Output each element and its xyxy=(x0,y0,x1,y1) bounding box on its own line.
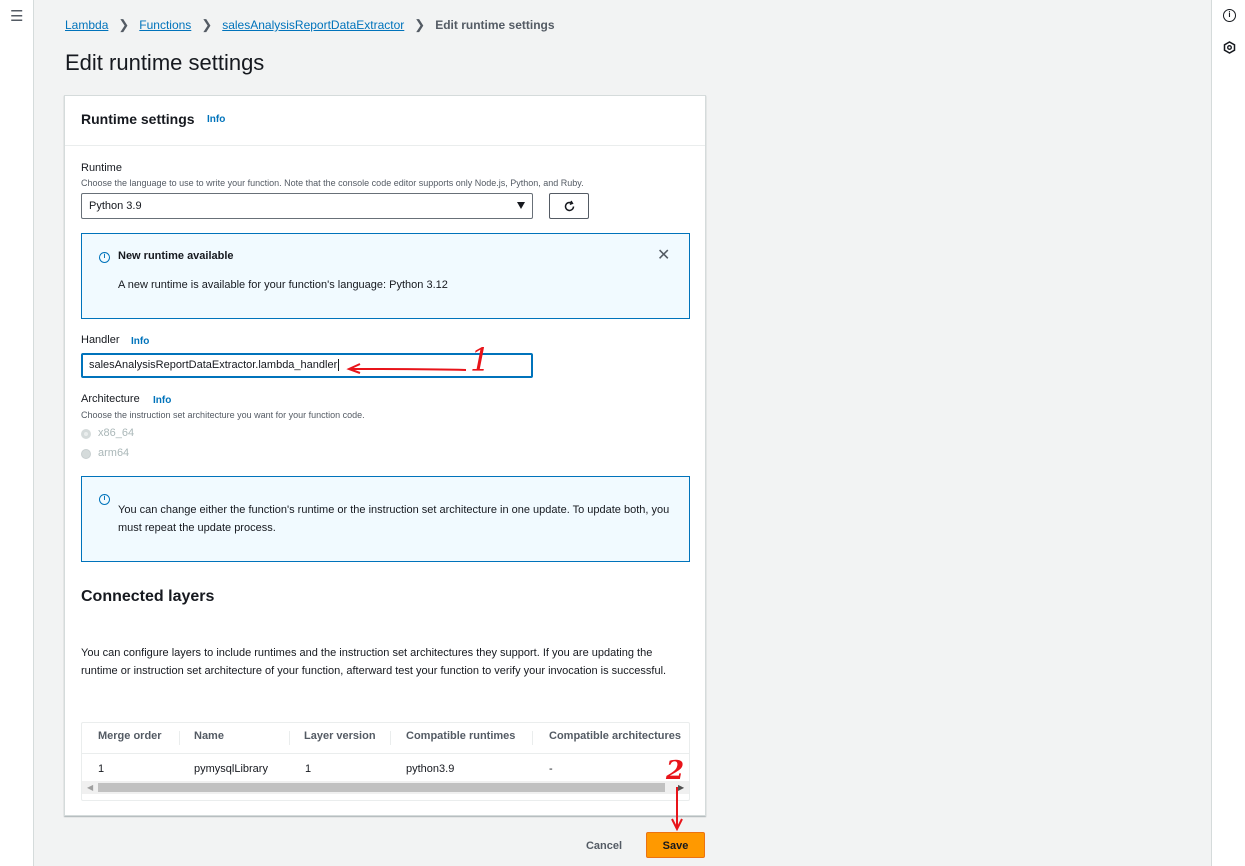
column-divider xyxy=(179,731,180,745)
chevron-right-icon: ❯ xyxy=(201,17,213,32)
chevron-right-icon: ❯ xyxy=(118,17,130,32)
radio-x86-64[interactable] xyxy=(81,429,91,439)
scroll-left-icon[interactable]: ◀ xyxy=(87,783,93,792)
runtime-label: Runtime xyxy=(81,162,122,174)
column-divider xyxy=(532,731,533,745)
close-icon[interactable]: ✕ xyxy=(657,248,670,264)
column-header[interactable]: Merge order xyxy=(98,730,162,742)
breadcrumb: Lambda ❯ Functions ❯ salesAnalysisReport… xyxy=(65,17,555,33)
architecture-alert-body: You can change either the function's run… xyxy=(118,504,670,534)
scrollbar-thumb[interactable] xyxy=(98,783,665,792)
radio-arm64[interactable] xyxy=(81,449,91,459)
page-title: Edit runtime settings xyxy=(65,50,265,75)
column-header[interactable]: Compatible runtimes xyxy=(406,730,515,742)
handler-info-link[interactable]: Info xyxy=(131,336,149,347)
table-header-divider xyxy=(82,753,689,754)
breadcrumb-current: Edit runtime settings xyxy=(435,18,555,32)
panel-heading: Runtime settings xyxy=(81,111,195,127)
breadcrumb-lambda-link[interactable]: Lambda xyxy=(65,18,108,32)
architecture-info-link[interactable]: Info xyxy=(153,395,171,406)
cancel-button[interactable]: Cancel xyxy=(572,833,636,858)
architecture-description: Choose the instruction set architecture … xyxy=(81,410,365,420)
horizontal-scrollbar[interactable]: ◀ ▶ xyxy=(82,781,689,794)
layers-table: Merge order Name Layer version Compatibl… xyxy=(81,722,690,801)
handler-label: Handler xyxy=(81,334,120,346)
radio-arm64-label: arm64 xyxy=(98,447,130,459)
annotation-mark-1: 1 xyxy=(470,341,491,379)
radio-x86-64-label: x86_64 xyxy=(98,427,135,439)
refresh-runtimes-button[interactable] xyxy=(549,193,589,219)
runtime-settings-info-link[interactable]: Info xyxy=(207,114,225,125)
breadcrumb-functions-link[interactable]: Functions xyxy=(139,18,191,32)
column-header[interactable]: Layer version xyxy=(304,730,376,742)
settings-icon[interactable] xyxy=(1223,41,1236,59)
hamburger-menu-icon[interactable]: ☰ xyxy=(10,9,23,24)
runtime-description: Choose the language to use to write your… xyxy=(81,178,584,188)
column-divider xyxy=(390,731,391,745)
runtime-select[interactable]: Python 3.9 xyxy=(81,193,533,219)
refresh-icon xyxy=(564,200,574,211)
save-button[interactable]: Save xyxy=(646,832,705,858)
alert-title: New runtime available xyxy=(118,250,234,262)
chevron-right-icon: ❯ xyxy=(414,17,426,32)
runtime-settings-panel: Runtime settings Info Runtime Choose the… xyxy=(64,95,706,816)
handler-input-value: salesAnalysisReportDataExtractor.lambda_… xyxy=(89,359,338,371)
annotation-mark-2: 2 xyxy=(666,756,685,786)
table-cell: 1 xyxy=(305,763,312,775)
new-runtime-alert: i New runtime available A new runtime is… xyxy=(81,233,690,319)
info-icon[interactable]: i xyxy=(1223,9,1236,22)
panel-header: Runtime settings Info xyxy=(65,96,705,146)
breadcrumb-function-link[interactable]: salesAnalysisReportDataExtractor xyxy=(222,18,404,32)
column-header[interactable]: Compatible architectures xyxy=(549,730,681,742)
connected-layers-heading: Connected layers xyxy=(81,588,215,605)
architecture-alert: i You can change either the function's r… xyxy=(81,476,690,562)
table-cell: - xyxy=(549,763,553,775)
table-cell: pymysqlLibrary xyxy=(194,763,268,775)
annotation-arrow-2 xyxy=(671,787,683,832)
right-tools-rail: i xyxy=(1211,0,1245,866)
left-nav-rail: ☰ xyxy=(0,0,34,866)
table-cell: 1 xyxy=(98,763,105,775)
column-divider xyxy=(289,731,290,745)
column-header[interactable]: Name xyxy=(194,730,224,742)
alert-body: A new runtime is available for your func… xyxy=(118,279,448,291)
info-circle-icon: i xyxy=(99,494,110,505)
connected-layers-description: You can configure layers to include runt… xyxy=(81,647,667,677)
runtime-select-value: Python 3.9 xyxy=(89,200,142,212)
caret-down-icon xyxy=(517,202,525,209)
table-cell: python3.9 xyxy=(406,763,455,775)
info-circle-icon: i xyxy=(99,252,110,263)
architecture-label: Architecture xyxy=(81,393,140,405)
